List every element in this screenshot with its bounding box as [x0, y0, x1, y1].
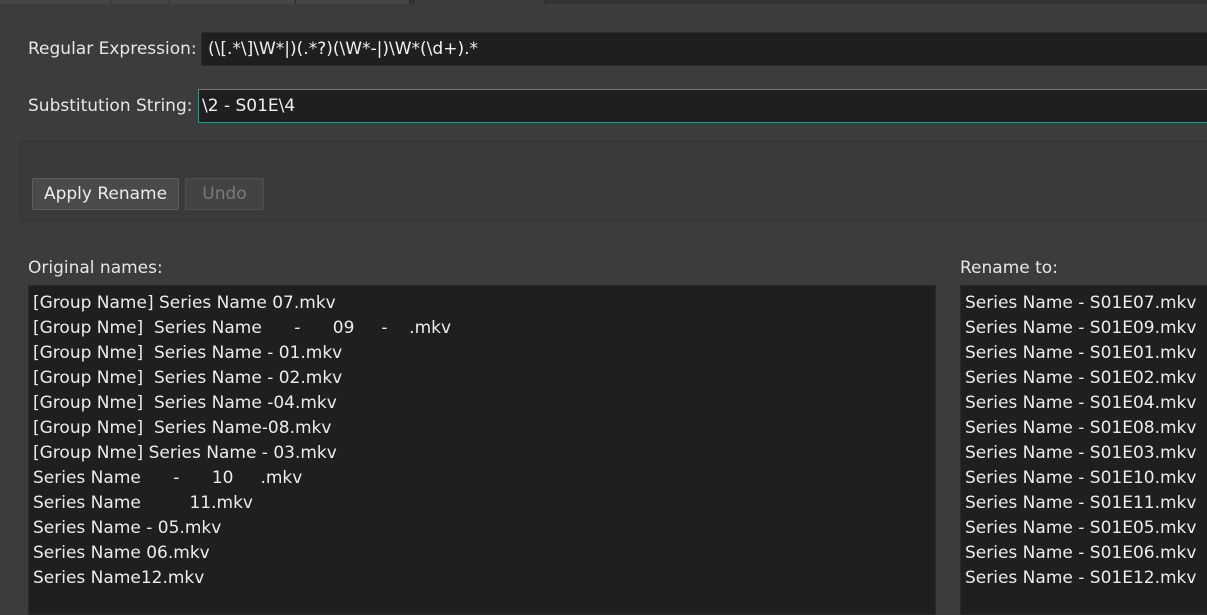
list-item[interactable]: Series Name - S01E09.mkv [965, 316, 1207, 341]
list-item[interactable]: Series Name 11.mkv [33, 491, 935, 516]
list-item[interactable]: Series Name 06.mkv [33, 541, 935, 566]
list-item[interactable]: Series Name - S01E01.mkv [965, 341, 1207, 366]
list-item[interactable]: Series Name - 05.mkv [33, 516, 935, 541]
list-item[interactable]: Series Name - S01E04.mkv [965, 391, 1207, 416]
list-item[interactable]: [Group Nme] Series Name - 03.mkv [33, 441, 935, 466]
regex-input[interactable]: (\[.*\]\W*|)(.*?)(\W*-|)\W*(\d+).* [201, 32, 1207, 66]
tab-active[interactable] [413, 0, 545, 4]
tab-1[interactable] [0, 0, 111, 4]
list-item[interactable]: Series Name - S01E06.mkv [965, 541, 1207, 566]
list-item[interactable]: [Group Nme] Series Name - 01.mkv [33, 341, 935, 366]
tab-2[interactable] [111, 0, 170, 4]
rename-to-label: Rename to: [960, 258, 1058, 278]
tab-strip [0, 0, 1207, 4]
substitution-input[interactable]: \2 - S01E\4 [198, 89, 1207, 123]
regex-label: Regular Expression: [28, 39, 197, 59]
undo-button[interactable]: Undo [185, 178, 264, 210]
list-item[interactable]: Series Name12.mkv [33, 566, 935, 591]
list-item[interactable]: [Group Nme] Series Name-08.mkv [33, 416, 935, 441]
tab-3[interactable] [170, 0, 296, 4]
original-names-label: Original names: [28, 258, 163, 278]
tab-4[interactable] [296, 0, 410, 4]
list-item[interactable]: Series Name - S01E02.mkv [965, 366, 1207, 391]
list-item[interactable]: [Group Nme] Series Name - 02.mkv [33, 366, 935, 391]
list-item[interactable]: Series Name - S01E03.mkv [965, 441, 1207, 466]
list-item[interactable]: Series Name - S01E07.mkv [965, 291, 1207, 316]
list-item[interactable]: Series Name - 10 .mkv [33, 466, 935, 491]
list-item[interactable]: Series Name - S01E11.mkv [965, 491, 1207, 516]
list-item[interactable]: [Group Nme] Series Name -04.mkv [33, 391, 935, 416]
list-item[interactable]: Series Name - S01E12.mkv [965, 566, 1207, 591]
list-item[interactable]: [Group Nme] Series Name - 09 - .mkv [33, 316, 935, 341]
original-names-list[interactable]: [Group Name] Series Name 07.mkv [Group N… [28, 285, 936, 615]
rename-to-list[interactable]: Series Name - S01E07.mkv Series Name - S… [960, 285, 1207, 615]
substitution-label: Substitution String: [28, 96, 193, 116]
apply-rename-button[interactable]: Apply Rename [32, 178, 179, 210]
list-item[interactable]: Series Name - S01E08.mkv [965, 416, 1207, 441]
list-item[interactable]: Series Name - S01E10.mkv [965, 466, 1207, 491]
list-item[interactable]: Series Name - S01E05.mkv [965, 516, 1207, 541]
list-item[interactable]: [Group Name] Series Name 07.mkv [33, 291, 935, 316]
